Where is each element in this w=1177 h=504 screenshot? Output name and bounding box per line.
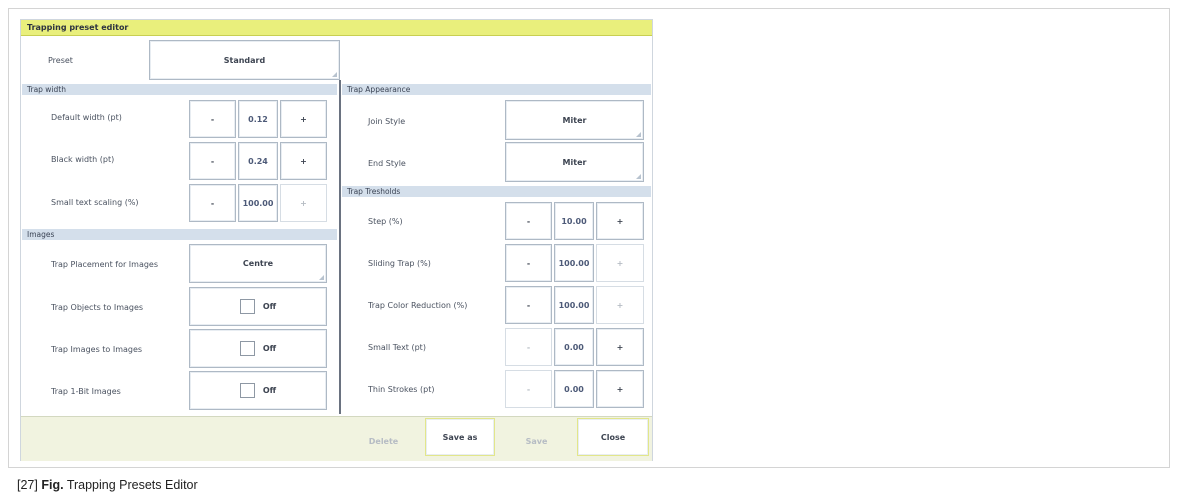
small-text-label: Small Text (pt) — [368, 343, 426, 352]
small-text-scaling-minus-button[interactable]: - — [189, 184, 236, 222]
default-width-value[interactable]: 0.12 — [238, 100, 278, 138]
black-width-value[interactable]: 0.24 — [238, 142, 278, 180]
section-trap-width: Trap width — [22, 84, 337, 95]
end-style-select[interactable]: Miter — [505, 142, 644, 182]
small-text-scaling-plus-button[interactable]: + — [280, 184, 327, 222]
figure-caption: [27] Fig. Trapping Presets Editor — [17, 478, 198, 492]
trap-color-reduction-label: Trap Color Reduction (%) — [368, 301, 468, 310]
dropdown-corner-icon — [636, 132, 641, 137]
sliding-trap-value[interactable]: 100.00 — [554, 244, 594, 282]
caption-fig: Fig. — [41, 478, 64, 492]
dropdown-corner-icon — [636, 174, 641, 179]
sliding-trap-minus-button[interactable]: - — [505, 244, 552, 282]
trap-placement-label: Trap Placement for Images — [51, 260, 159, 269]
black-width-minus-button[interactable]: - — [189, 142, 236, 180]
thin-strokes-value[interactable]: 0.00 — [554, 370, 594, 408]
black-width-plus-button[interactable]: + — [280, 142, 327, 180]
trap-objects-to-images-state: Off — [262, 302, 277, 311]
trap-color-reduction-value[interactable]: 100.00 — [554, 286, 594, 324]
black-width-label: Black width (pt) — [51, 155, 115, 164]
trap-1bit-images-label: Trap 1-Bit Images — [51, 387, 121, 396]
checkbox-icon — [239, 299, 255, 314]
preset-value: Standard — [223, 55, 266, 65]
trap-objects-to-images-toggle[interactable]: Off — [189, 287, 327, 326]
save-button[interactable]: Save — [499, 423, 574, 459]
column-divider — [339, 80, 341, 414]
thin-strokes-minus-button[interactable]: - — [505, 370, 552, 408]
thin-strokes-plus-button[interactable]: + — [596, 370, 644, 408]
step-minus-button[interactable]: - — [505, 202, 552, 240]
default-width-label: Default width (pt) — [51, 113, 122, 122]
thin-strokes-label: Thin Strokes (pt) — [368, 385, 435, 394]
small-text-scaling-value[interactable]: 100.00 — [238, 184, 278, 222]
close-button[interactable]: Close — [577, 418, 649, 456]
trap-images-to-images-toggle[interactable]: Off — [189, 329, 327, 368]
end-style-value: Miter — [562, 157, 587, 167]
join-style-value: Miter — [562, 115, 587, 125]
dropdown-corner-icon — [332, 72, 337, 77]
step-plus-button[interactable]: + — [596, 202, 644, 240]
trap-color-reduction-plus-button[interactable]: + — [596, 286, 644, 324]
small-text-plus-button[interactable]: + — [596, 328, 644, 366]
join-style-select[interactable]: Miter — [505, 100, 644, 140]
small-text-scaling-label: Small text scaling (%) — [51, 198, 139, 207]
small-text-minus-button[interactable]: - — [505, 328, 552, 366]
footer-bar: Delete Save as Save Close — [21, 416, 652, 461]
step-value[interactable]: 10.00 — [554, 202, 594, 240]
trap-images-to-images-label: Trap Images to Images — [51, 345, 143, 354]
preset-select[interactable]: Standard — [149, 40, 340, 80]
checkbox-icon — [239, 341, 255, 356]
step-label: Step (%) — [368, 217, 403, 226]
trap-color-reduction-minus-button[interactable]: - — [505, 286, 552, 324]
caption-number: [27] — [17, 478, 38, 492]
trap-placement-value: Centre — [242, 259, 274, 268]
trap-placement-select[interactable]: Centre — [189, 244, 327, 283]
sliding-trap-plus-button[interactable]: + — [596, 244, 644, 282]
small-text-value[interactable]: 0.00 — [554, 328, 594, 366]
section-trap-thresholds: Trap Tresholds — [342, 186, 651, 197]
default-width-plus-button[interactable]: + — [280, 100, 327, 138]
delete-button[interactable]: Delete — [346, 423, 421, 459]
trap-1bit-images-toggle[interactable]: Off — [189, 371, 327, 410]
dropdown-corner-icon — [319, 275, 324, 280]
trap-images-to-images-state: Off — [262, 344, 277, 353]
trap-objects-to-images-label: Trap Objects to Images — [51, 303, 144, 312]
sliding-trap-label: Sliding Trap (%) — [368, 259, 431, 268]
window-title: Trapping preset editor — [21, 20, 652, 36]
checkbox-icon — [239, 383, 255, 398]
join-style-label: Join Style — [368, 117, 406, 126]
section-images: Images — [22, 229, 337, 240]
caption-text: Trapping Presets Editor — [66, 478, 198, 492]
trapping-preset-editor-window: Trapping preset editor Preset Standard T… — [20, 19, 653, 461]
save-as-button[interactable]: Save as — [425, 418, 495, 456]
preset-label: Preset — [48, 56, 73, 65]
default-width-minus-button[interactable]: - — [189, 100, 236, 138]
end-style-label: End Style — [368, 159, 406, 168]
trap-1bit-images-state: Off — [262, 386, 277, 395]
section-trap-appearance: Trap Appearance — [342, 84, 651, 95]
